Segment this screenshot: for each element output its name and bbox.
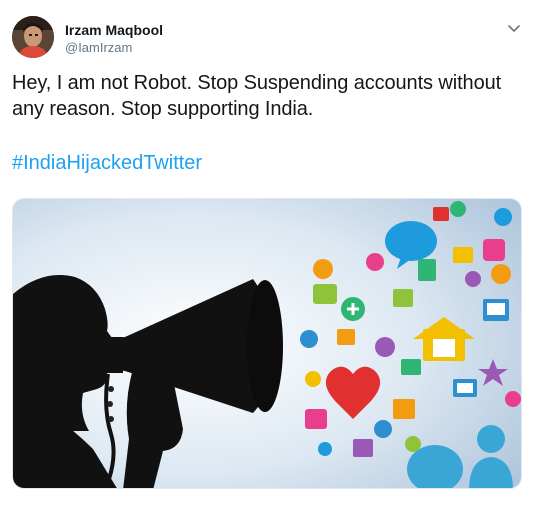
chevron-down-icon[interactable] — [506, 20, 522, 36]
hashtag-link[interactable]: #IndiaHijackedTwitter — [12, 150, 202, 176]
author-handle[interactable]: @IamIrzam — [65, 39, 163, 57]
megaphone-social-media-illustration — [13, 199, 521, 488]
avatar[interactable] — [12, 16, 54, 58]
author-block[interactable]: Irzam Maqbool @IamIrzam — [65, 21, 163, 57]
tweet-card: Irzam Maqbool @IamIrzam Hey, I am not Ro… — [0, 0, 536, 516]
avatar-photo-icon — [12, 16, 54, 58]
author-name[interactable]: Irzam Maqbool — [65, 21, 163, 39]
tweet-image[interactable] — [12, 198, 522, 489]
tweet-text: Hey, I am not Robot. Stop Suspending acc… — [12, 72, 502, 120]
